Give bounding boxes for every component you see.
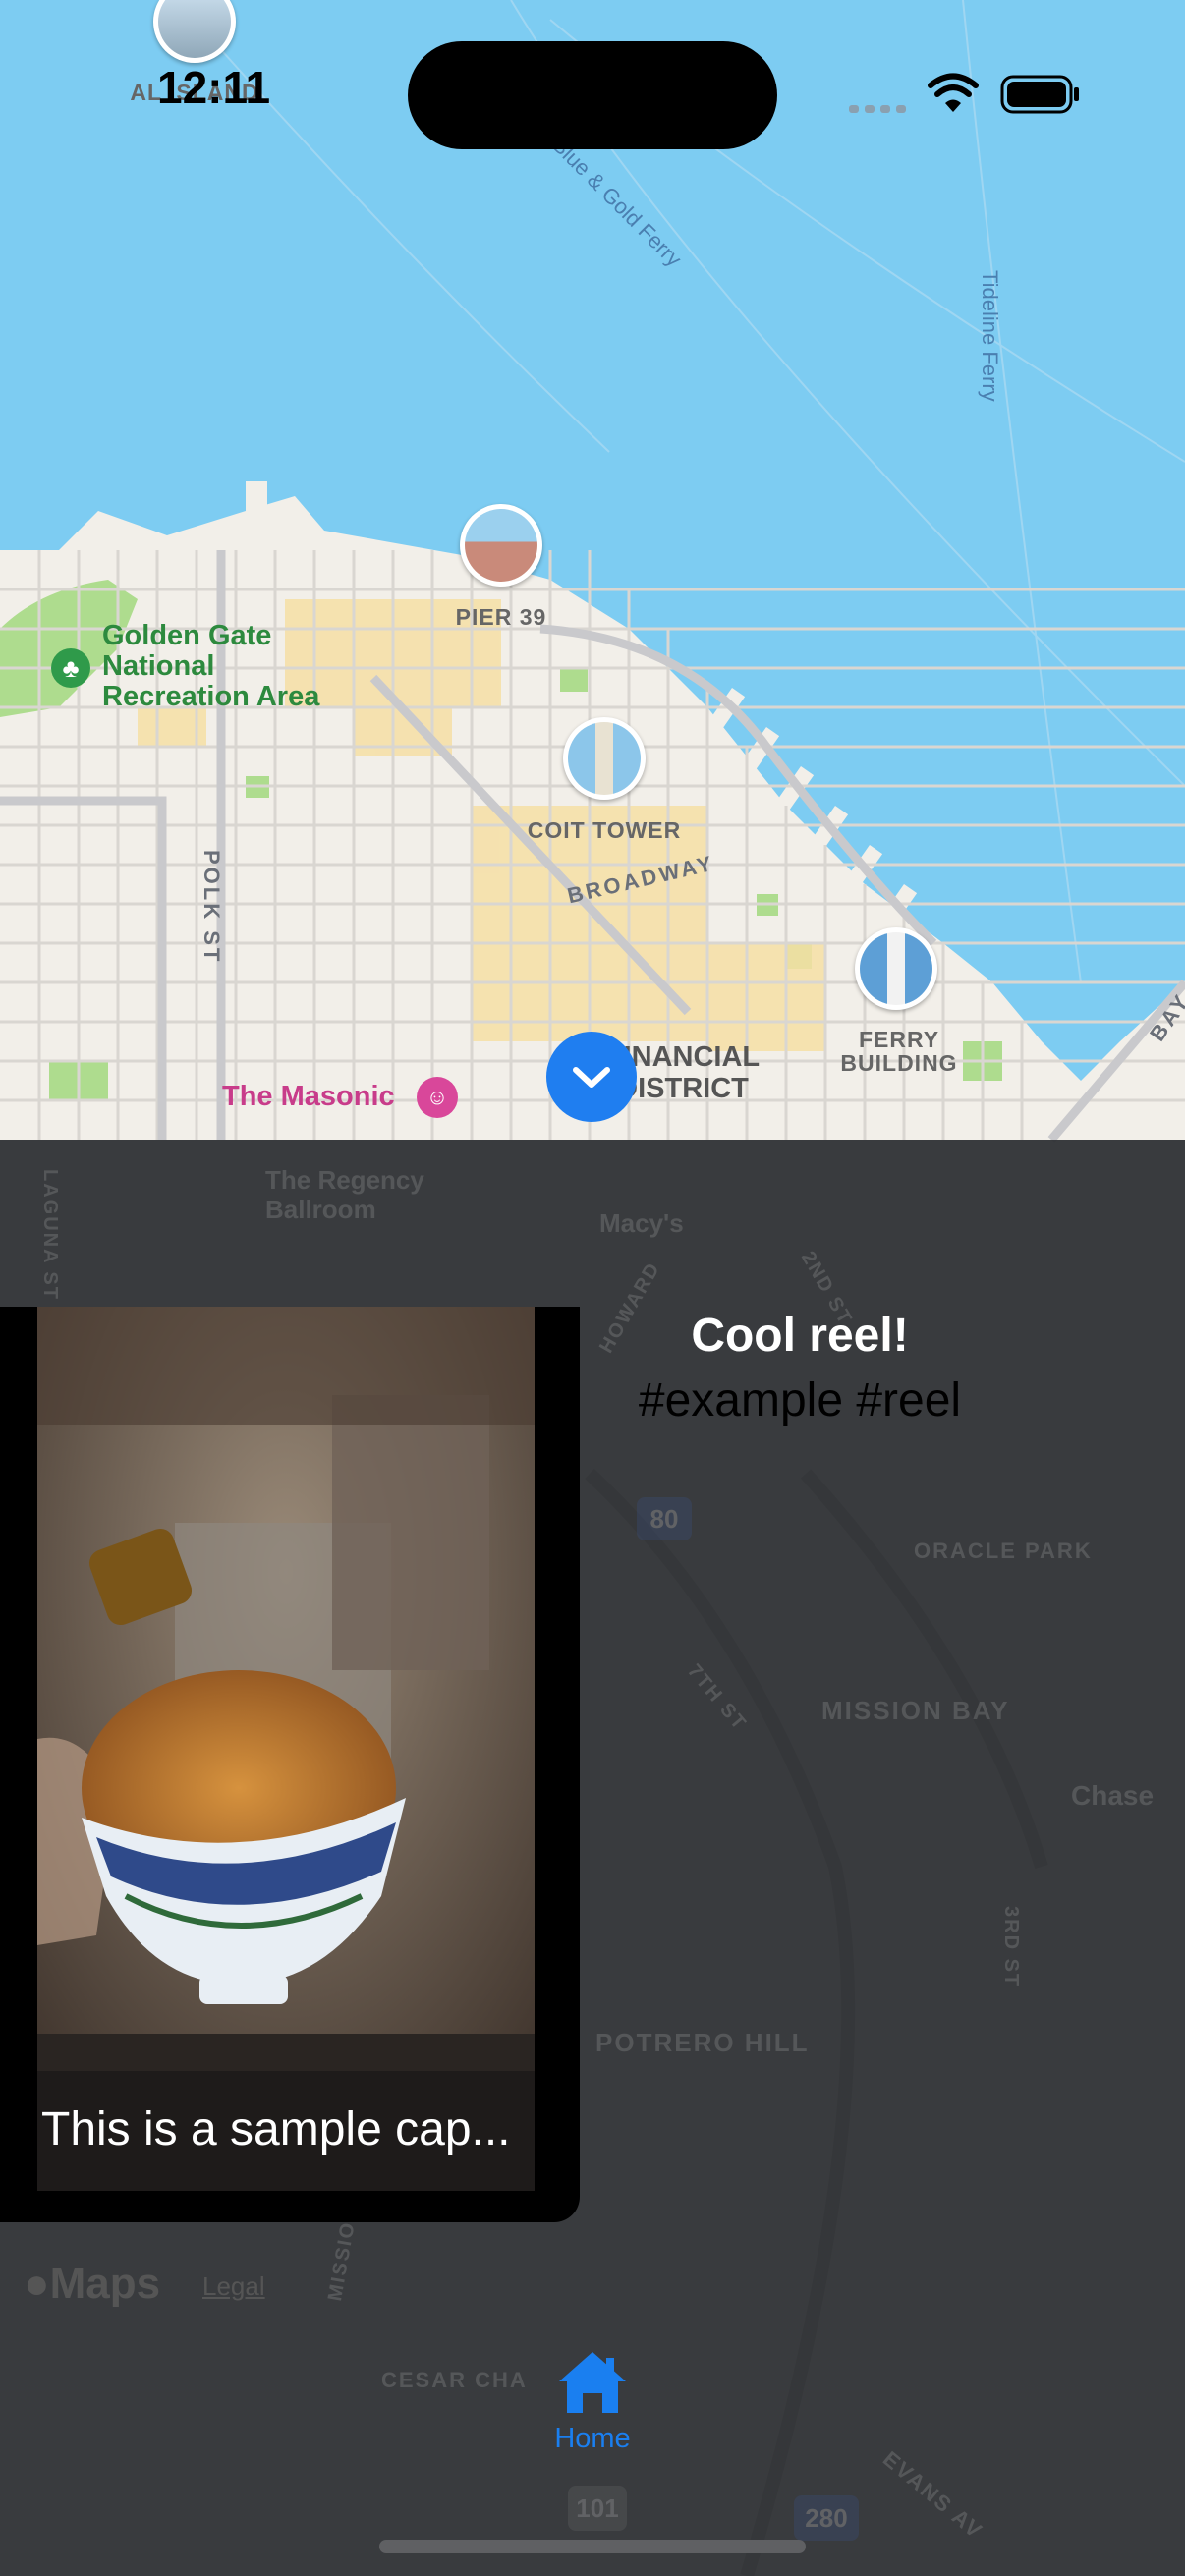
macys-label: Macy's [599, 1208, 684, 1238]
apple-logo-icon: ● [24, 2260, 50, 2308]
status-time: 12:11 [157, 62, 271, 113]
laguna-label: LAGUNA ST [39, 1169, 61, 1301]
pier39-icon [465, 509, 537, 582]
chevron-down-icon [573, 1067, 610, 1088]
legal-link[interactable]: Legal [202, 2271, 265, 2302]
us101-shield: 101 [568, 2486, 627, 2531]
evans-label: EVANS AV [877, 2446, 988, 2545]
third-st-label: 3RD ST [1000, 1906, 1022, 1988]
collapse-button[interactable] [546, 1032, 637, 1122]
pier39-pin[interactable] [460, 504, 542, 587]
ferry-building-pin[interactable] [855, 927, 937, 1010]
home-indicator[interactable] [379, 2540, 806, 2553]
alcatraz-icon [158, 0, 231, 58]
i280-shield: 280 [794, 2495, 859, 2541]
wifi-icon [928, 73, 979, 114]
polk-st-label: POLK ST [199, 850, 224, 965]
cesar-label: CESAR CHA [381, 2368, 528, 2392]
coit-tower-icon [568, 722, 641, 795]
park-tree-icon: ♣ [51, 648, 90, 688]
potrero-label: POTRERO HILL [595, 2028, 810, 2057]
tab-home-label: Home [554, 2423, 631, 2454]
ferry-building-icon [860, 932, 932, 1005]
mission-bay-label: MISSION BAY [821, 1696, 1010, 1725]
reel-thumbnail[interactable] [37, 1307, 535, 2191]
masonic-label: The Masonic [222, 1081, 395, 1112]
regency-label: The Regency Ballroom [265, 1165, 424, 1224]
tab-home[interactable]: Home [524, 2348, 661, 2476]
pier39-label: PIER 39 [455, 604, 547, 630]
dynamic-island [408, 41, 777, 149]
ferry-building-label: FERRY BUILDING [840, 1027, 958, 1076]
reel-title: Cool reel! [691, 1310, 909, 1362]
oracle-label: ORACLE PARK [914, 1539, 1093, 1563]
apple-maps-logo: ●Maps [24, 2260, 161, 2308]
i80-shield: 80 [637, 1497, 692, 1540]
theater-icon: ☺ [417, 1077, 458, 1118]
reel-image [37, 1307, 535, 2191]
battery-icon [1000, 75, 1081, 114]
tideline-route-label: Tideline Ferry [978, 270, 1002, 402]
reel-caption: This is a sample cap... [41, 2103, 511, 2156]
reel-card[interactable]: This is a sample cap... [0, 1307, 580, 2222]
coit-tower-pin[interactable] [563, 717, 646, 800]
cellular-signal-icon [849, 102, 908, 116]
home-icon [559, 2352, 626, 2413]
chase-label: Chase [1071, 1780, 1155, 1811]
seventh-st-label: 7TH ST [683, 1660, 752, 1736]
coit-tower-label: COIT TOWER [527, 817, 682, 843]
reel-hashtags: #example #reel [638, 1374, 962, 1427]
golden-gate-label: Golden Gate National Recreation Area [102, 620, 320, 712]
